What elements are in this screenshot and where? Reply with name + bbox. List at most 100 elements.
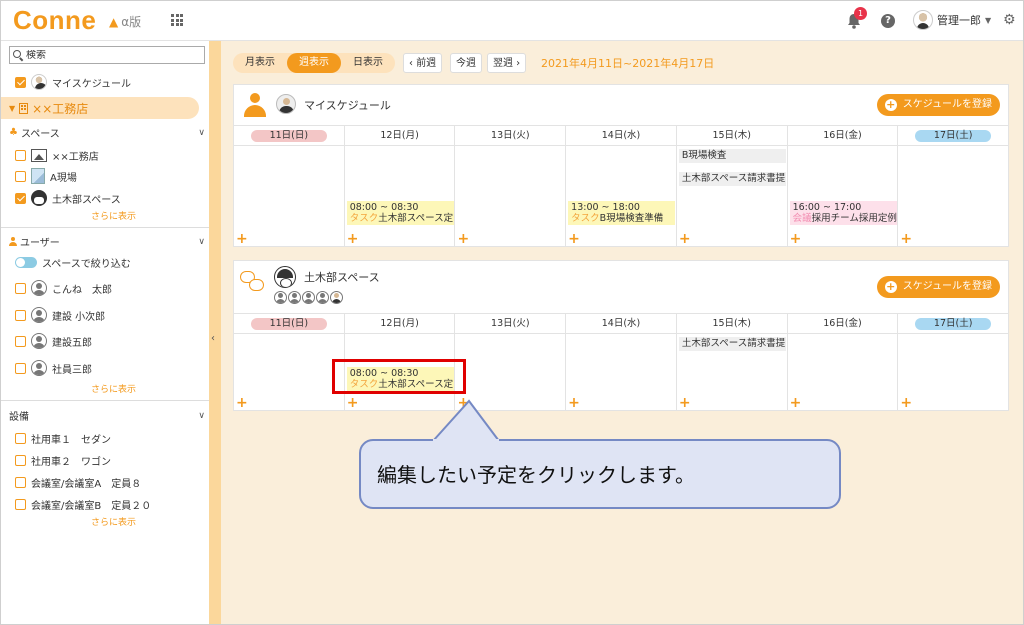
help-icon[interactable]: ? [881,14,895,28]
event-task[interactable]: 13:00 ~ 18:00 タスクB現場検査準備 [568,201,676,225]
add-schedule-label: スケジュールを登録 [902,281,992,292]
day-cell[interactable]: 08:00 ~ 08:30 タスク土木部スペース定 + [343,146,455,246]
checkbox[interactable] [15,455,26,466]
checkbox[interactable] [15,309,26,321]
checkbox-checked[interactable] [15,76,26,88]
person-icon [31,307,47,323]
add-event-plus-icon[interactable]: + [236,396,248,410]
event-task[interactable]: 08:00 ~ 08:30 タスク土木部スペース定 [346,201,454,225]
sidebar-item-space[interactable]: A現場 [15,168,77,184]
search-box[interactable] [9,46,205,64]
equipment-more-link[interactable]: さらに表示 [91,515,136,528]
add-event-plus-icon[interactable]: + [900,396,912,410]
checkbox[interactable] [15,335,26,347]
day-cell[interactable]: 16:00 ~ 17:00 会議採用チーム採用定例 + [786,146,898,246]
apps-grid-icon[interactable] [171,14,183,26]
checkbox[interactable] [15,150,26,161]
member-avatar-icon [330,291,343,304]
equipment-section-header[interactable]: 設備 ∨ [9,408,205,424]
equipment-label: 会議室/会議室B 定員２０ [31,501,152,512]
checkbox-checked[interactable] [15,192,26,204]
chevron-left-icon[interactable]: ‹ [211,333,215,344]
search-input[interactable] [26,49,196,61]
space-filter-toggle-row[interactable]: スペースで絞り込む [15,255,131,270]
person-icon [31,333,47,349]
sidebar-item-user[interactable]: 建設五郎 [15,333,92,349]
checkbox[interactable] [15,477,26,488]
tab-week[interactable]: 週表示 [287,53,341,73]
alpha-label: α版 [121,15,142,29]
add-event-plus-icon[interactable]: + [900,232,912,246]
spaces-more-link[interactable]: さらに表示 [91,209,136,222]
next-week-button[interactable]: 翌週 › [487,53,527,73]
add-event-plus-icon[interactable]: + [568,232,580,246]
checkbox[interactable] [15,433,26,444]
event-meeting[interactable]: 16:00 ~ 17:00 会議採用チーム採用定例 [789,201,897,225]
prev-week-button[interactable]: ‹ 前週 [403,53,443,73]
day-label: 17日(土) [915,318,992,330]
checkbox[interactable] [15,499,26,510]
add-event-plus-icon[interactable]: + [568,396,580,410]
space-filter-toggle[interactable] [15,257,37,268]
plus-circle-icon: + [884,98,897,111]
user-menu[interactable]: 管理一郎 ▼ [913,10,991,30]
add-event-plus-icon[interactable]: + [347,232,359,246]
day-cell[interactable]: B現場検査 土木部スペース請求書提 + [675,146,787,246]
tab-day[interactable]: 日表示 [341,53,395,73]
conne-logo[interactable]: Conne [13,5,96,36]
equipment-label: 社用車２ ワゴン [31,457,111,468]
add-event-plus-icon[interactable]: + [457,232,469,246]
add-event-plus-icon[interactable]: + [236,232,248,246]
day-cell[interactable]: 13:00 ~ 18:00 タスクB現場検査準備 + [565,146,676,246]
add-schedule-button[interactable]: + スケジュールを登録 [876,94,1000,116]
event-allday[interactable]: B現場検査 [678,149,786,163]
sidebar-group-active[interactable]: ▼ ××工務店 [1,97,199,119]
day-header: 15日(木) [675,314,787,333]
notification-bell[interactable]: 1 [847,7,867,32]
add-event-plus-icon[interactable]: + [347,396,359,410]
sidebar-item-space[interactable]: ××工務店 [15,148,99,163]
this-week-button[interactable]: 今週 [450,53,482,73]
day-cell[interactable]: + [565,334,676,410]
users-more-link[interactable]: さらに表示 [91,382,136,395]
event-allday[interactable]: 土木部スペース請求書提 [678,172,786,186]
sidebar-item-equipment[interactable]: 会議室/会議室A 定員８ [15,475,141,490]
sidebar-item-user[interactable]: こんね 太郎 [15,280,112,296]
gear-icon[interactable]: ⚙ [1003,12,1016,28]
day-cell[interactable]: + [234,334,344,410]
add-event-plus-icon[interactable]: + [790,396,802,410]
sidebar-item-equipment[interactable]: 社用車２ ワゴン [15,453,111,468]
tab-month[interactable]: 月表示 [233,53,287,73]
sidebar-collapse-strip[interactable]: ‹ [209,41,221,624]
add-event-plus-icon[interactable]: + [790,232,802,246]
sidebar-item-user[interactable]: 建設 小次郎 [15,307,105,323]
caret-down-icon: ▼ [985,15,992,25]
add-event-plus-icon[interactable]: + [679,232,691,246]
event-allday[interactable]: 土木部スペース請求書提 [678,337,786,351]
sidebar-item-equipment[interactable]: 会議室/会議室B 定員２０ [15,497,151,512]
checkbox[interactable] [15,282,26,294]
sidebar-item-my-schedule[interactable]: マイスケジュール [15,74,131,90]
person-icon [31,360,47,376]
sidebar-item-equipment[interactable]: 社用車１ セダン [15,431,111,446]
sidebar-item-user[interactable]: 社員三郎 [15,360,92,376]
checkbox[interactable] [15,362,26,374]
chevron-down-icon[interactable]: ∨ [198,237,205,247]
day-cell[interactable]: + [454,146,565,246]
add-schedule-button[interactable]: + スケジュールを登録 [876,276,1000,298]
sidebar-item-space[interactable]: 土木部スペース [15,190,121,206]
checkbox[interactable] [15,170,26,182]
plus-circle-icon: + [884,280,897,293]
callout-text: 編集したい予定をクリックします。 [377,463,695,487]
add-event-plus-icon[interactable]: + [679,396,691,410]
spaces-section-header[interactable]: ♣ スペース ∨ [9,125,205,140]
chevron-down-icon[interactable]: ∨ [198,128,205,138]
day-cell[interactable]: + [897,146,1008,246]
my-schedule-label: マイスケジュール [52,78,131,90]
day-cell[interactable]: 土木部スペース請求書提 + [675,334,787,410]
day-cell[interactable]: + [786,334,898,410]
day-cell[interactable]: + [897,334,1008,410]
chevron-down-icon[interactable]: ∨ [198,411,205,421]
day-cell[interactable]: + [234,146,344,246]
users-section-header[interactable]: ユーザー ∨ [9,234,205,249]
